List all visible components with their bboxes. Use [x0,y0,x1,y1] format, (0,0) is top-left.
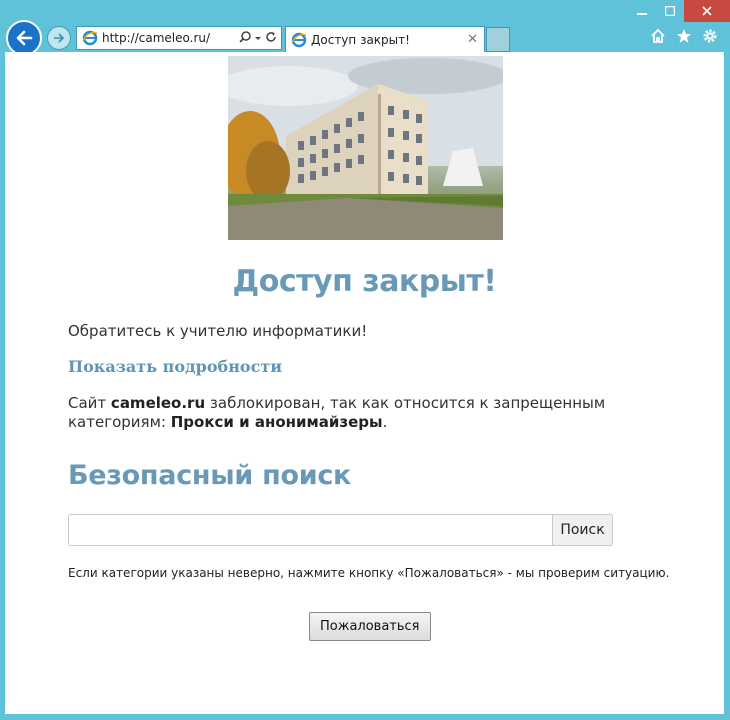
search-icon[interactable] [239,30,251,46]
tab-title: Доступ закрыт! [311,32,410,47]
blocked-category: Прокси и анонимайзеры [170,413,383,431]
maximize-icon [665,6,675,16]
complain-button[interactable]: Пожаловаться [309,612,431,641]
dropdown-icon[interactable] [254,31,262,45]
search-button[interactable]: Поиск [553,514,613,546]
favorites-star-icon[interactable] [676,28,692,48]
arrow-left-icon [16,30,33,46]
safe-search-heading: Безопасный поиск [68,460,352,491]
window-caption-buttons [628,0,730,22]
refresh-icon[interactable] [265,31,277,46]
address-bar[interactable]: http://cameleo.ru/ [76,26,282,50]
home-icon[interactable] [650,28,666,48]
complaint-note: Если категории указаны неверно, нажмите … [68,566,670,580]
maximize-button[interactable] [656,0,684,22]
blocked-notice: Сайт cameleo.ru заблокирован, так как от… [68,394,606,431]
arrow-right-icon [54,33,65,43]
minimize-icon [637,13,647,15]
tab-favicon-icon [290,31,308,49]
blocked-site-name: cameleo.ru [110,394,206,412]
close-icon [702,6,712,16]
search-input[interactable] [68,514,553,546]
page-title: Доступ закрыт! [232,264,497,299]
tab-active[interactable]: Доступ закрыт! ✕ [285,26,485,52]
ie-logo-icon [81,29,99,47]
school-building-photo [228,56,503,240]
teacher-message: Обратитесь к учителю информатики! [68,322,368,340]
show-details-link[interactable]: Показать подробности [68,357,282,376]
forward-button[interactable] [47,26,71,50]
safe-search-form: Поиск [68,514,613,546]
new-tab-button[interactable] [486,27,510,52]
browser-window: http://cameleo.ru/ Доступ закрыт! ✕ Дост… [0,0,730,720]
gear-icon[interactable] [702,28,718,48]
back-button[interactable] [6,20,42,56]
address-text[interactable]: http://cameleo.ru/ [102,31,239,45]
minimize-button[interactable] [628,0,656,22]
tab-close-icon[interactable]: ✕ [467,32,478,47]
page-content: Доступ закрыт! Обратитесь к учителю инфо… [5,52,724,714]
close-window-button[interactable] [684,0,730,22]
